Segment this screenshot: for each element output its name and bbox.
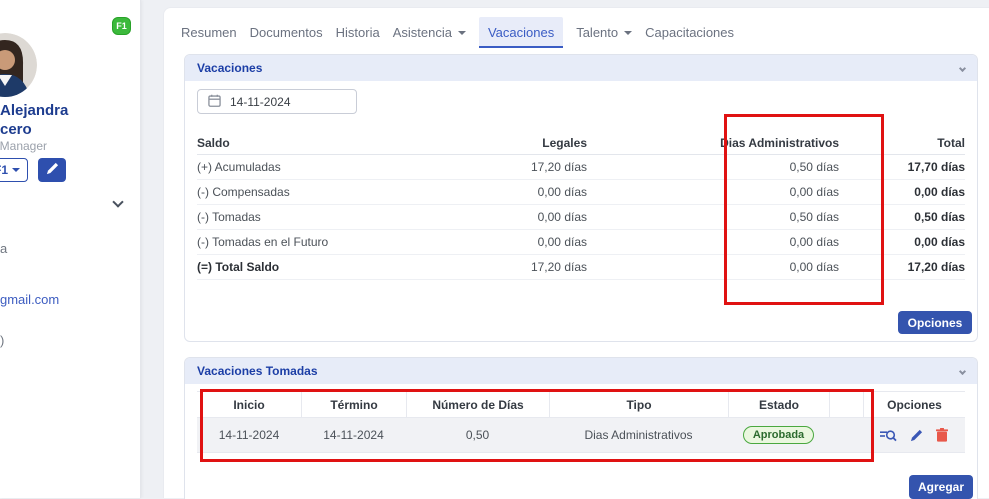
status-badge: Aprobada xyxy=(743,426,814,444)
vacaciones-tomadas-panel-body: Inicio Término Número de Días Tipo Estad… xyxy=(185,384,977,499)
table-row: (-) Tomadas en el Futuro 0,00 días 0,00 … xyxy=(197,230,965,255)
avatar-photo xyxy=(0,33,37,97)
date-picker-input[interactable]: 14-11-2024 xyxy=(197,89,357,114)
employee-sidebar: F1 Alejandra cero t Manager F1 a gmail.c… xyxy=(0,0,141,498)
view-details-search-icon[interactable] xyxy=(880,429,897,442)
tab-resumen[interactable]: Resumen xyxy=(181,17,237,47)
chevron-down-icon xyxy=(12,168,20,172)
tab-bar: Resumen Documentos Historia Asistencia V… xyxy=(181,16,734,48)
company-chip-label: F1 xyxy=(0,163,8,177)
saldo-table: Saldo Legales Dias Administrativos Total… xyxy=(197,131,965,280)
cell-termino: 14-11-2024 xyxy=(301,428,406,442)
table-row: (-) Compensadas 0,00 días 0,00 días 0,00… xyxy=(197,180,965,205)
vacaciones-panel-header[interactable]: Vacaciones xyxy=(185,55,977,81)
edit-pencil-icon[interactable] xyxy=(910,429,923,442)
edit-profile-button[interactable] xyxy=(38,158,66,182)
vacaciones-tomadas-panel-title: Vacaciones Tomadas xyxy=(197,364,318,378)
tomadas-table: Inicio Término Número de Días Tipo Estad… xyxy=(197,391,965,453)
vacaciones-tomadas-panel: Vacaciones Tomadas Inicio Término Número… xyxy=(184,357,978,499)
vacaciones-panel-title: Vacaciones xyxy=(197,61,262,75)
company-chip-button[interactable]: F1 xyxy=(0,158,28,182)
tab-asistencia[interactable]: Asistencia xyxy=(393,17,466,47)
table-row: 14-11-2024 14-11-2024 0,50 Dias Administ… xyxy=(197,418,965,453)
employee-email-link[interactable]: gmail.com xyxy=(0,292,59,307)
f1-badge: F1 xyxy=(112,17,131,35)
employee-name-line2: cero xyxy=(0,121,32,138)
agregar-button[interactable]: Agregar xyxy=(909,475,973,499)
table-row-total: (=) Total Saldo 17,20 días 0,00 días 17,… xyxy=(197,255,965,280)
vacaciones-tomadas-panel-header[interactable]: Vacaciones Tomadas xyxy=(185,358,977,384)
avatar xyxy=(0,33,37,97)
tab-talento[interactable]: Talento xyxy=(576,17,632,47)
tomadas-table-header: Inicio Término Número de Días Tipo Estad… xyxy=(197,391,965,418)
chevron-down-icon xyxy=(458,31,466,35)
delete-trash-icon[interactable] xyxy=(936,428,948,442)
tab-vacaciones[interactable]: Vacaciones xyxy=(479,17,563,48)
table-row: (-) Tomadas 0,00 días 0,50 días 0,50 día… xyxy=(197,205,965,230)
chevron-down-icon[interactable] xyxy=(959,367,966,374)
chevron-down-icon xyxy=(112,196,123,207)
calendar-icon xyxy=(208,94,221,110)
sidebar-collapse-chevron[interactable] xyxy=(114,193,122,211)
vacaciones-panel: Vacaciones 14-11-2024 Saldo Legales Dias… xyxy=(184,54,978,342)
sidebar-partial-text-1: a xyxy=(0,241,7,256)
cell-opciones xyxy=(863,428,965,442)
employee-role: t Manager xyxy=(0,139,47,153)
tab-capacitaciones[interactable]: Capacitaciones xyxy=(645,17,734,47)
employee-detail-card: Resumen Documentos Historia Asistencia V… xyxy=(163,7,989,498)
tab-documentos[interactable]: Documentos xyxy=(250,17,323,47)
saldo-table-header: Saldo Legales Dias Administrativos Total xyxy=(197,131,965,155)
vacaciones-panel-body: 14-11-2024 Saldo Legales Dias Administra… xyxy=(185,81,977,341)
cell-num-dias: 0,50 xyxy=(406,428,549,442)
tab-historia[interactable]: Historia xyxy=(336,17,380,47)
cell-inicio: 14-11-2024 xyxy=(197,428,301,442)
date-picker-value: 14-11-2024 xyxy=(230,95,291,109)
employee-name-line1: Alejandra xyxy=(0,102,68,119)
table-row: (+) Acumuladas 17,20 días 0,50 días 17,7… xyxy=(197,155,965,180)
edit-pencil-icon xyxy=(46,162,59,178)
cell-estado: Aprobada xyxy=(728,426,829,444)
opciones-button[interactable]: Opciones xyxy=(898,311,972,334)
chevron-down-icon[interactable] xyxy=(959,64,966,71)
cell-tipo: Dias Administrativos xyxy=(549,428,728,442)
chevron-down-icon xyxy=(624,31,632,35)
sidebar-partial-text-2: ) xyxy=(0,333,4,348)
